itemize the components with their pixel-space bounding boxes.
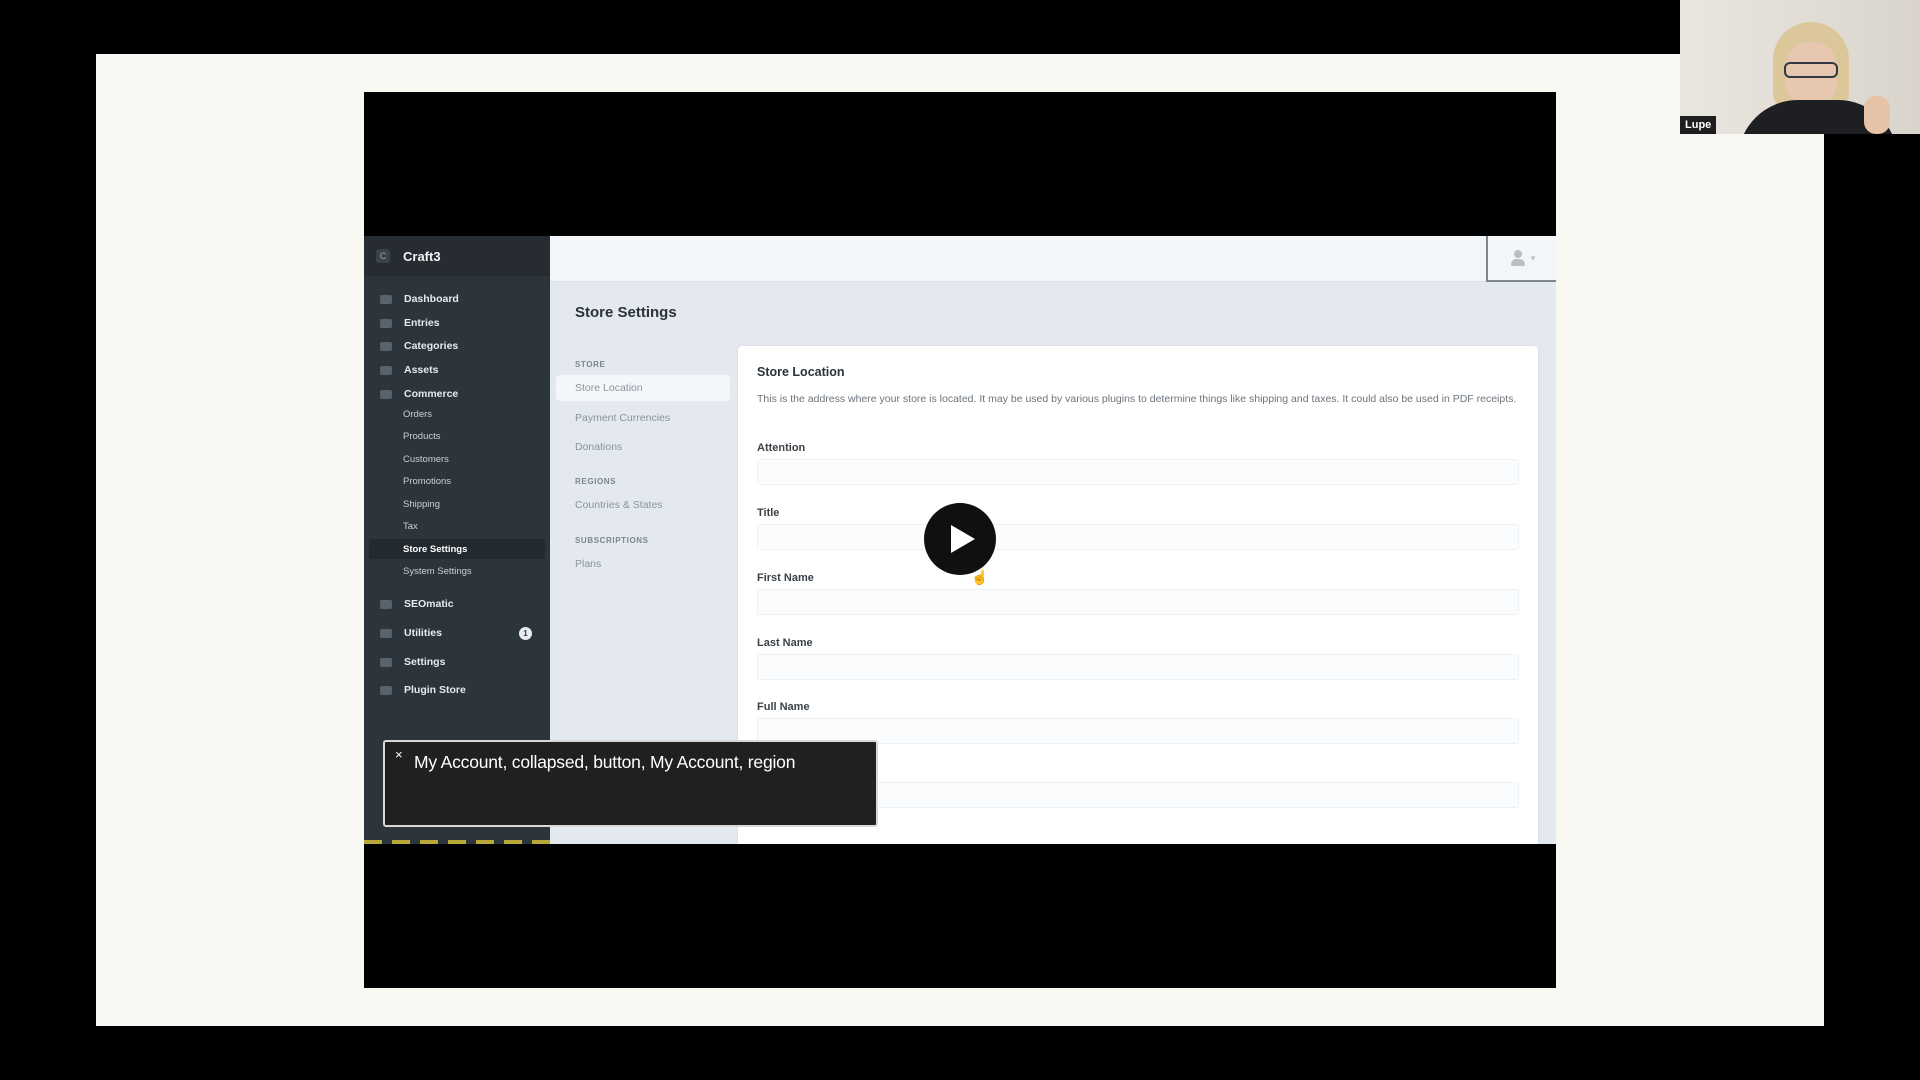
sidebar-item-entries[interactable]: Entries — [364, 312, 550, 334]
participant-glasses — [1784, 62, 1838, 78]
folder-icon — [380, 341, 392, 351]
assets-icon — [380, 365, 392, 375]
wrench-icon — [380, 628, 392, 638]
utilities-badge: 1 — [519, 627, 532, 640]
hand-cursor-icon: ☝ — [971, 569, 989, 585]
panel-heading: Store Location — [757, 365, 845, 379]
participant-name: Lupe — [1680, 116, 1717, 134]
user-icon — [1509, 249, 1527, 267]
subnav-countries-states[interactable]: Countries & States — [575, 499, 663, 511]
my-account-button[interactable]: ▾ — [1486, 236, 1556, 282]
sidebar-item-label: Settings — [404, 656, 446, 668]
first-name-field[interactable] — [757, 589, 1519, 615]
sidebar-item-utilities[interactable]: Utilities 1 — [364, 622, 550, 644]
craft-logo-icon: C — [376, 249, 390, 263]
sidebar-item-label: Categories — [404, 340, 459, 352]
sidebar-sub-tax[interactable]: Tax — [364, 516, 550, 536]
sidebar-item-settings[interactable]: Settings — [364, 651, 550, 673]
attention-field[interactable] — [757, 459, 1519, 485]
chevron-down-icon: ▾ — [1530, 252, 1536, 263]
sidebar-sub-customers[interactable]: Customers — [364, 449, 550, 469]
sidebar-item-label: Entries — [404, 317, 440, 329]
sidebar-item-label: Utilities — [404, 627, 442, 639]
top-bar: ▾ — [550, 236, 1556, 282]
screen-reader-caption: × My Account, collapsed, button, My Acco… — [383, 740, 878, 827]
subnav-donations[interactable]: Donations — [575, 441, 622, 453]
dashboard-icon — [380, 294, 392, 304]
title-label: Title — [757, 507, 780, 519]
plug-icon — [380, 685, 392, 695]
attention-label: Attention — [757, 442, 806, 454]
sidebar-item-label: Commerce — [404, 388, 459, 400]
sidebar-item-label: SEOmatic — [404, 598, 454, 610]
sidebar-item-assets[interactable]: Assets — [364, 359, 550, 381]
subnav-heading-store: STORE — [575, 360, 606, 369]
sidebar-item-seomatic[interactable]: SEOmatic — [364, 593, 550, 615]
gear-icon — [380, 657, 392, 667]
title-field[interactable] — [757, 524, 1519, 550]
seomatic-icon — [380, 599, 392, 609]
entries-icon — [380, 318, 392, 328]
subnav-store-location[interactable]: Store Location — [575, 382, 643, 394]
app-name: Craft3 — [403, 248, 441, 264]
last-name-field[interactable] — [757, 654, 1519, 680]
sidebar-sub-store-settings[interactable]: Store Settings — [369, 539, 545, 559]
page-title: Store Settings — [575, 304, 677, 321]
subnav-heading-subscriptions: SUBSCRIPTIONS — [575, 536, 649, 545]
last-name-label: Last Name — [757, 637, 813, 649]
subnav-heading-regions: REGIONS — [575, 477, 617, 486]
caption-text: My Account, collapsed, button, My Accoun… — [414, 752, 796, 772]
sidebar-item-plugin-store[interactable]: Plugin Store — [364, 679, 550, 701]
full-name-label: Full Name — [757, 701, 810, 713]
close-icon[interactable]: × — [395, 747, 403, 762]
sidebar-sub-promotions[interactable]: Promotions — [364, 471, 550, 491]
participant-hand — [1864, 96, 1890, 134]
sidebar-sub-shipping[interactable]: Shipping — [364, 494, 550, 514]
sidebar-edition-stripe — [364, 840, 550, 844]
play-icon — [951, 525, 975, 553]
play-button[interactable] — [924, 503, 996, 575]
sidebar-item-commerce[interactable]: Commerce — [364, 383, 550, 405]
commerce-icon — [380, 389, 392, 399]
sidebar-item-categories[interactable]: Categories — [364, 335, 550, 357]
sidebar-sub-products[interactable]: Products — [364, 426, 550, 446]
first-name-label: First Name — [757, 572, 814, 584]
sidebar-sub-system-settings[interactable]: System Settings — [364, 561, 550, 581]
subnav-payment-currencies[interactable]: Payment Currencies — [575, 412, 670, 424]
sidebar-item-label: Dashboard — [404, 293, 459, 305]
participant-video-tile[interactable]: Lupe — [1680, 0, 1920, 134]
sidebar-sub-orders[interactable]: Orders — [364, 404, 550, 424]
sidebar-item-label: Assets — [404, 364, 439, 376]
subnav-plans[interactable]: Plans — [575, 558, 601, 570]
panel-description: This is the address where your store is … — [757, 393, 1517, 405]
sidebar-item-dashboard[interactable]: Dashboard — [364, 288, 550, 310]
sidebar-item-label: Plugin Store — [404, 684, 466, 696]
sidebar-brand[interactable]: C Craft3 — [364, 236, 550, 276]
